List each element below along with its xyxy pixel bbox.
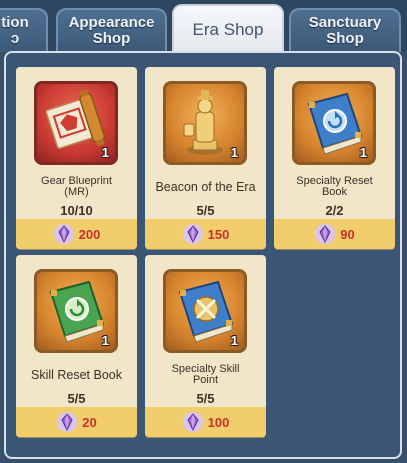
item-quantity: 1: [101, 333, 109, 348]
tab-sanctuary-shop[interactable]: Sanctuary Shop: [289, 8, 401, 52]
item-icon-frame: 1: [163, 81, 247, 165]
price-button[interactable]: 200: [16, 219, 137, 249]
item-icon-frame: 1: [34, 269, 118, 353]
shop-item-skill-reset-book[interactable]: 1 Skill Reset Book 5/5 20: [16, 255, 137, 437]
item-price: 90: [340, 226, 355, 242]
item-stock: 2/2: [325, 203, 344, 218]
item-icon-frame: 1: [163, 269, 247, 353]
purple-crystal-icon: [53, 224, 74, 244]
item-stock: 10/10: [60, 203, 93, 218]
tab-label: Appearance Shop: [68, 14, 155, 47]
tab-label: Era Shop: [192, 20, 264, 39]
item-price: 200: [78, 226, 101, 242]
price-button[interactable]: 150: [145, 219, 266, 249]
item-icon-frame: 1: [34, 81, 118, 165]
shop-item-beacon-of-the-era[interactable]: 1 Beacon of the Era 5/5 150: [145, 67, 266, 249]
item-icon-frame: 1: [292, 81, 376, 165]
item-stock: 5/5: [67, 391, 86, 406]
tab-appearance-shop[interactable]: Appearance Shop: [56, 8, 167, 52]
item-quantity: 1: [230, 333, 238, 348]
item-price: 20: [82, 414, 97, 430]
price-button[interactable]: 20: [16, 407, 137, 437]
item-quantity: 1: [359, 145, 367, 160]
purple-crystal-icon: [315, 224, 336, 244]
tab-label: Sanctuary Shop: [308, 14, 382, 47]
item-quantity: 1: [230, 145, 238, 160]
item-name: Gear Blueprint (MR): [41, 175, 112, 198]
item-price: 100: [207, 414, 230, 430]
tab-exhibition[interactable]: tion ɔ: [0, 8, 48, 52]
tab-label: tion ɔ: [1, 14, 29, 47]
shop-item-specialty-skill-point[interactable]: 1 Specialty Skill Point 5/5 100: [145, 255, 266, 437]
item-price: 150: [207, 226, 230, 242]
item-stock: 5/5: [196, 391, 215, 406]
shop-item-gear-blueprint[interactable]: 1 Gear Blueprint (MR) 10/10 200: [16, 67, 137, 249]
purple-crystal-icon: [182, 412, 203, 432]
tab-era-shop[interactable]: Era Shop: [172, 4, 284, 54]
item-stock: 5/5: [196, 203, 215, 218]
shop-item-specialty-reset-book[interactable]: 1 Specialty Reset Book 2/2 90: [274, 67, 395, 249]
shop-panel: 1 Gear Blueprint (MR) 10/10 200 1 Beacon…: [4, 51, 402, 459]
item-quantity: 1: [101, 145, 109, 160]
item-name: Beacon of the Era: [155, 179, 256, 194]
purple-crystal-icon: [57, 412, 78, 432]
item-name: Specialty Skill Point: [171, 363, 240, 386]
price-button[interactable]: 90: [274, 219, 395, 249]
item-name: Skill Reset Book: [30, 367, 122, 382]
purple-crystal-icon: [182, 224, 203, 244]
price-button[interactable]: 100: [145, 407, 266, 437]
shop-tab-bar: tion ɔ Appearance Shop Era Shop Sanctuar…: [0, 0, 407, 54]
item-name: Specialty Reset Book: [296, 175, 373, 198]
